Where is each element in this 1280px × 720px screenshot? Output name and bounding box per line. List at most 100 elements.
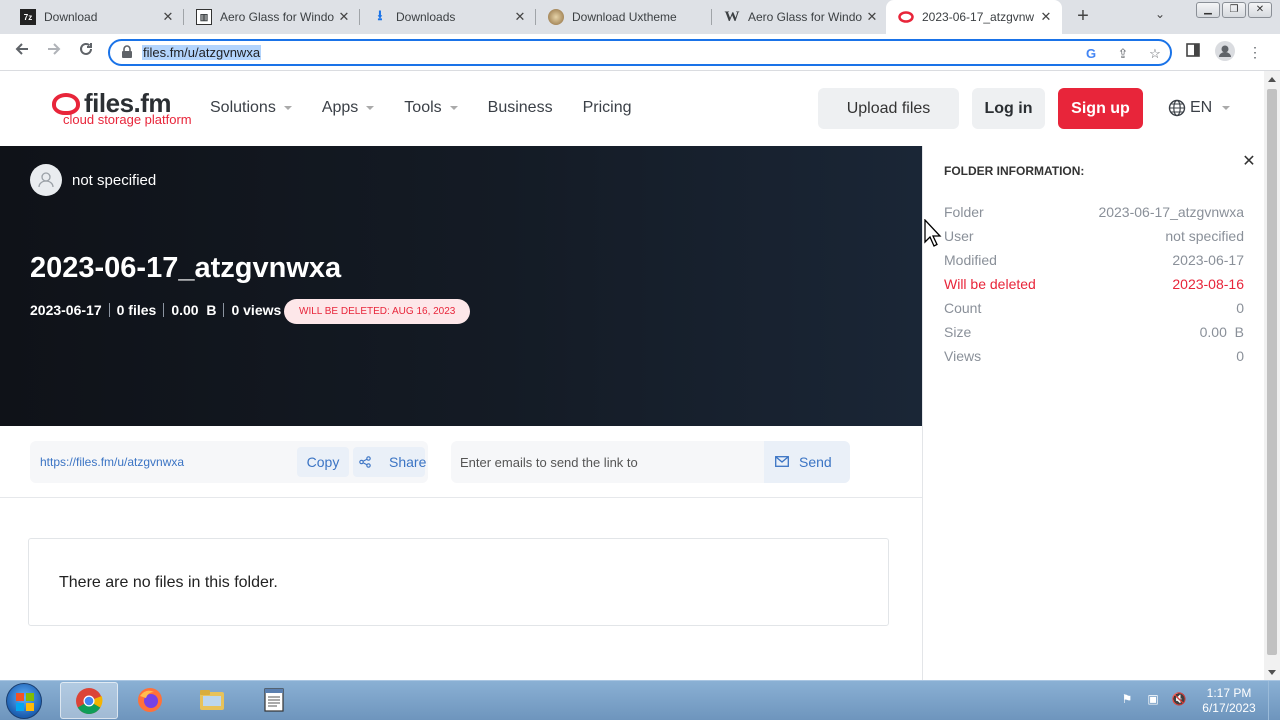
info-value: 2023-08-16 bbox=[1172, 276, 1244, 292]
language-selector[interactable]: EN bbox=[1168, 99, 1231, 117]
notepad-icon bbox=[264, 688, 284, 712]
clock-time: 1:17 PM bbox=[1206, 686, 1252, 700]
info-value: 0.00 B bbox=[1199, 324, 1244, 340]
browser-tab-aero-glass-w[interactable]: W Aero Glass for Windo ✕ bbox=[712, 0, 888, 34]
envelope-icon bbox=[775, 456, 789, 467]
chrome-icon bbox=[76, 688, 103, 714]
url-text[interactable]: files.fm/u/atzgvnwxa bbox=[142, 45, 262, 60]
minimize-button[interactable]: ▁ bbox=[1196, 2, 1220, 18]
share-link[interactable]: https://files.fm/u/atzgvnwxa bbox=[40, 455, 184, 469]
nav-apps[interactable]: Apps bbox=[322, 99, 375, 117]
network-icon[interactable]: ▣ bbox=[1144, 690, 1162, 708]
browser-tab-downloads[interactable]: ⭳ Downloads ✕ bbox=[360, 0, 536, 34]
taskbar-chrome[interactable] bbox=[60, 682, 118, 719]
caret-down-icon bbox=[449, 106, 458, 110]
close-panel-icon[interactable]: ✕ bbox=[1241, 154, 1257, 170]
meta-views: 0 views bbox=[223, 303, 288, 317]
taskbar-notepad[interactable] bbox=[246, 682, 304, 719]
nav-business[interactable]: Business bbox=[488, 99, 553, 117]
site-header: files.fm cloud storage platform Solution… bbox=[0, 71, 1264, 146]
tab-title: Aero Glass for Windo bbox=[220, 10, 335, 24]
reload-icon[interactable] bbox=[74, 41, 98, 65]
google-lens-icon[interactable]: G bbox=[1082, 46, 1100, 64]
close-icon[interactable]: ✕ bbox=[160, 9, 176, 25]
user-avatar-icon bbox=[30, 164, 62, 196]
language-code: EN bbox=[1190, 99, 1213, 116]
info-value: 2023-06-17 bbox=[1172, 252, 1244, 268]
browser-tab-uxtheme[interactable]: Download Uxtheme bbox=[536, 0, 712, 34]
page-scrollbar[interactable] bbox=[1264, 71, 1280, 680]
forward-arrow-icon[interactable] bbox=[42, 41, 66, 65]
close-icon[interactable]: ✕ bbox=[336, 9, 352, 25]
tab-title: Downloads bbox=[396, 10, 456, 24]
start-button[interactable] bbox=[6, 683, 42, 719]
system-clock[interactable]: 1:17 PM 6/17/2023 bbox=[1196, 686, 1262, 716]
info-value: not specified bbox=[1165, 228, 1244, 244]
firefox-icon bbox=[138, 688, 162, 712]
globe-icon bbox=[1168, 99, 1186, 117]
nav-tools[interactable]: Tools bbox=[404, 99, 458, 117]
scroll-down-arrow-icon[interactable] bbox=[1268, 670, 1276, 675]
info-label: Will be deleted bbox=[944, 276, 1036, 292]
browser-tab-download[interactable]: 7z Download ✕ bbox=[8, 0, 184, 34]
side-panel-icon[interactable] bbox=[1182, 41, 1204, 63]
info-value: 0 bbox=[1236, 300, 1244, 316]
page-icon: ▥ bbox=[196, 9, 212, 25]
share-icon bbox=[359, 456, 371, 468]
w-letter-icon: W bbox=[724, 8, 740, 25]
nav-solutions[interactable]: Solutions bbox=[210, 99, 292, 117]
email-recipients-input[interactable] bbox=[451, 441, 763, 483]
nav-label: Tools bbox=[404, 99, 442, 116]
lock-icon bbox=[122, 45, 132, 58]
tab-title: Aero Glass for Windo bbox=[748, 10, 863, 24]
filesfm-icon bbox=[898, 9, 914, 25]
nav-label: Business bbox=[487, 99, 553, 116]
browser-tab-aero-glass[interactable]: ▥ Aero Glass for Windo ✕ bbox=[184, 0, 360, 34]
tab-title: Download Uxtheme bbox=[572, 10, 677, 24]
info-label: Modified bbox=[944, 252, 997, 268]
info-row-modified: Modified 2023-06-17 bbox=[944, 252, 1244, 268]
send-label: Send bbox=[799, 454, 832, 470]
browser-tab-active-folder[interactable]: 2023-06-17_atzgvnw ✕ bbox=[886, 0, 1062, 34]
folder-title: 2023-06-17_atzgvnwxa bbox=[30, 252, 342, 284]
share-page-icon[interactable]: ⇪ bbox=[1114, 46, 1132, 64]
taskbar-file-explorer[interactable] bbox=[184, 682, 242, 719]
main-nav: Solutions Apps Tools Business Pricing bbox=[210, 99, 661, 117]
logo-tagline: cloud storage platform bbox=[63, 112, 192, 127]
signup-button[interactable]: Sign up bbox=[1058, 88, 1143, 129]
back-arrow-icon[interactable] bbox=[10, 41, 34, 65]
close-window-button[interactable]: ✕ bbox=[1248, 2, 1272, 18]
close-icon[interactable]: ✕ bbox=[512, 9, 528, 25]
share-link-box: https://files.fm/u/atzgvnwxa Copy Share bbox=[30, 441, 428, 483]
scrollbar-thumb[interactable] bbox=[1267, 89, 1277, 655]
tab-search-chevron-icon[interactable]: ⌄ bbox=[1150, 7, 1170, 27]
deletion-date-badge: WILL BE DELETED: AUG 16, 2023 bbox=[284, 299, 471, 324]
copy-link-button[interactable]: Copy bbox=[297, 447, 349, 477]
new-tab-button[interactable]: + bbox=[1072, 5, 1094, 27]
close-icon[interactable]: ✕ bbox=[1038, 9, 1054, 25]
info-label: Count bbox=[944, 300, 982, 316]
show-desktop-button[interactable] bbox=[1268, 681, 1280, 720]
volume-muted-icon[interactable]: 🔇 bbox=[1170, 690, 1188, 708]
restore-button[interactable]: ❐ bbox=[1222, 2, 1246, 18]
clock-date: 6/17/2023 bbox=[1202, 701, 1256, 715]
bookmark-star-icon[interactable]: ☆ bbox=[1146, 46, 1164, 64]
action-center-flag-icon[interactable]: ⚑ bbox=[1118, 690, 1136, 708]
share-button[interactable]: Share bbox=[353, 447, 426, 477]
info-value: 2023-06-17_atzgvnwxa bbox=[1098, 204, 1244, 220]
info-row-folder: Folder 2023-06-17_atzgvnwxa bbox=[944, 204, 1244, 220]
upload-files-button[interactable]: Upload files bbox=[818, 88, 959, 129]
taskbar-firefox[interactable] bbox=[122, 682, 180, 719]
nav-pricing[interactable]: Pricing bbox=[583, 99, 632, 117]
info-panel-title: FOLDER INFORMATION: bbox=[944, 164, 1085, 178]
scroll-up-arrow-icon[interactable] bbox=[1268, 77, 1276, 82]
address-bar[interactable]: files.fm/u/atzgvnwxa G ⇪ ☆ bbox=[108, 39, 1172, 66]
send-link-button[interactable]: Send bbox=[764, 441, 850, 483]
info-row-will-be-deleted: Will be deleted 2023-08-16 bbox=[944, 276, 1244, 292]
download-arrow-icon: ⭳ bbox=[377, 7, 383, 23]
login-button[interactable]: Log in bbox=[972, 88, 1045, 129]
window-controls: ▁ ❐ ✕ bbox=[1196, 2, 1272, 18]
menu-dots-icon[interactable]: ⋮ bbox=[1244, 41, 1266, 63]
close-icon[interactable]: ✕ bbox=[864, 9, 880, 25]
profile-avatar-icon[interactable] bbox=[1214, 41, 1236, 63]
